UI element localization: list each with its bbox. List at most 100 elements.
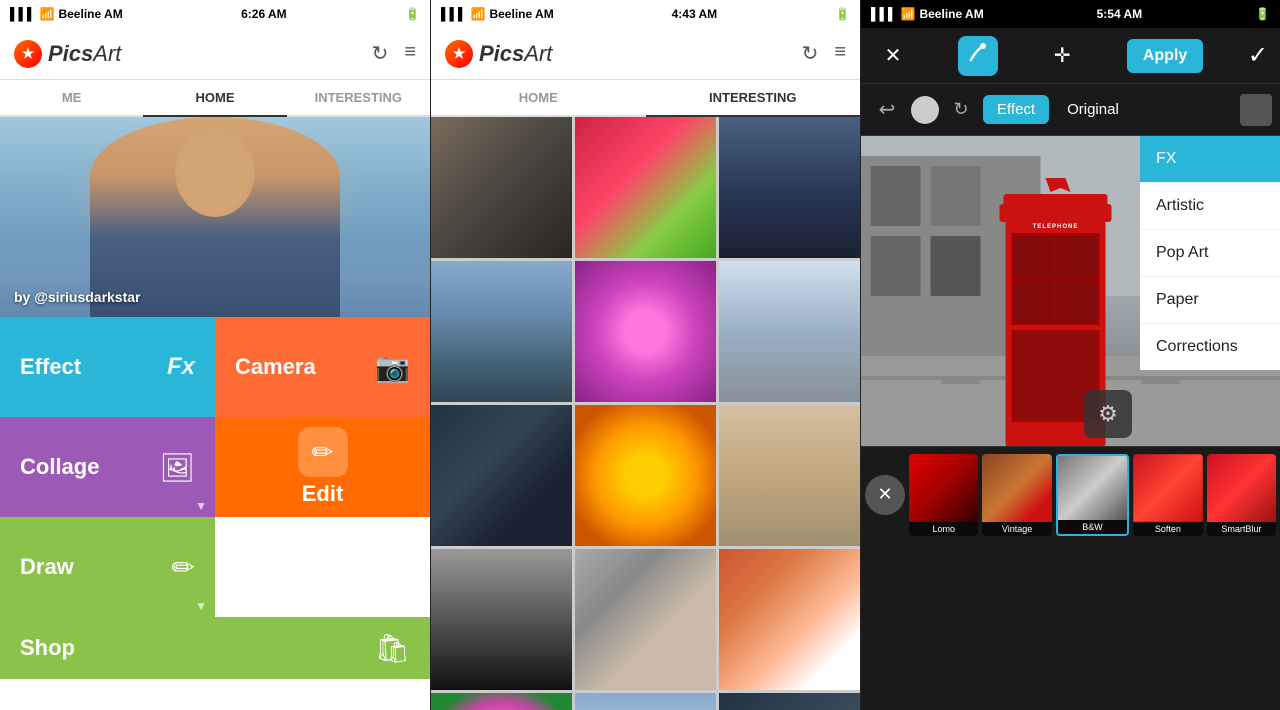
photo-13[interactable] [431,693,572,710]
carrier-label: Beeline AM [58,7,122,21]
menu-icon-1[interactable]: ≡ [404,41,416,66]
nav-bar-2: ★ PicsArt ↻ ≡ [431,28,860,80]
filter-lomo[interactable]: Lomo [909,454,978,536]
gear-button[interactable]: ⚙ [1084,390,1132,438]
photo-14[interactable] [575,693,716,710]
time-label-1: 6:26 AM [241,7,287,21]
photo-9[interactable] [719,405,860,546]
tab-bar-1: ME HOME INTERESTING [0,80,430,117]
menu-camera[interactable]: Camera 📷 [215,317,430,417]
edit-label: Edit [302,481,344,507]
menu-shop[interactable]: Shop 🛍 [0,617,430,679]
filter-soften-label: Soften [1133,522,1202,536]
dropdown-popart[interactable]: Pop Art [1140,230,1280,277]
time-label-2: 4:43 AM [672,7,718,21]
refresh-icon-2[interactable]: ↻ [802,41,819,66]
filter-smartblur-label: SmartBlur [1207,522,1276,536]
filter-close-button[interactable]: ✕ [865,475,905,515]
dropdown-corrections[interactable]: Corrections [1140,324,1280,370]
edit-icon: ✏ [312,437,334,468]
gear-icon: ⚙ [1098,401,1118,427]
battery-icon-1: 🔋 [405,7,420,21]
signal-icon: ▌▌▌ [10,7,36,21]
collage-arrow: ▼ [195,499,207,513]
filter-vintage-label: Vintage [982,522,1051,536]
color-picker[interactable] [911,96,939,124]
shop-label: Shop [20,635,75,661]
settings-square[interactable] [1240,94,1272,126]
refresh-icon-1[interactable]: ↻ [372,41,389,66]
status-bar-3: ▌▌▌ 📶 Beeline AM 5:54 AM 🔋 [861,0,1280,28]
photo-edit-area: TELEPHONE FX Artistic Pop Art Paper Corr… [861,136,1280,446]
photo-3[interactable] [719,117,860,258]
tab-home[interactable]: HOME [143,80,286,117]
tab-home-2[interactable]: HOME [431,80,646,117]
collage-icon: 🖼 [159,451,195,484]
filter-bw[interactable]: B&W [1056,454,1129,536]
panel-home: ▌▌▌ 📶 Beeline AM 6:26 AM 🔋 ★ PicsArt ↻ ≡… [0,0,430,710]
filter-bw-label: B&W [1058,520,1127,534]
tab-me[interactable]: ME [0,80,143,117]
reset-button[interactable]: ↻ [945,94,977,126]
photo-8[interactable] [575,405,716,546]
hero-person [90,117,340,317]
photo-6[interactable] [719,261,860,402]
tab-interesting-2[interactable]: INTERESTING [646,80,861,117]
wifi-icon: 📶 [40,7,55,21]
photo-12[interactable] [719,549,860,690]
draw-icon: ✏ [172,551,195,584]
battery-icon-2: 🔋 [835,7,850,21]
photo-4[interactable] [431,261,572,402]
signal-icon-2: ▌▌▌ [441,7,467,21]
time-label-3: 5:54 AM [1097,7,1143,21]
logo-text-1: PicsArt [48,41,121,67]
nav-bar-1: ★ PicsArt ↻ ≡ [0,28,430,80]
effect-icon: Fx [167,353,195,381]
menu-draw[interactable]: Draw ✏ ▼ [0,517,215,617]
svg-text:TELEPHONE: TELEPHONE [1033,224,1079,230]
photo-2[interactable] [575,117,716,258]
original-tab[interactable]: Original [1055,95,1131,124]
battery-icon-3: 🔋 [1255,7,1270,21]
apply-button[interactable]: Apply [1127,39,1203,73]
dropdown-artistic[interactable]: Artistic [1140,183,1280,230]
confirm-button[interactable]: ✓ [1248,41,1268,70]
brush-button[interactable] [958,36,998,76]
close-icon: ✕ [885,43,902,68]
effect-tab[interactable]: Effect [983,95,1049,124]
undo-button[interactable]: ↩ [869,92,905,128]
photo-10[interactable] [431,549,572,690]
dropdown-paper[interactable]: Paper [1140,277,1280,324]
photo-7[interactable] [431,405,572,546]
panel-interesting: ▌▌▌ 📶 Beeline AM 4:43 AM 🔋 ★ PicsArt ↻ ≡… [430,0,860,710]
photo-5[interactable] [575,261,716,402]
filter-close-icon: ✕ [877,484,892,505]
filter-strip: ✕ Lomo Vintage B&W Soften SmartBlur [861,446,1280,542]
carrier-label-3: Beeline AM [919,7,983,21]
filter-lomo-label: Lomo [909,522,978,536]
menu-edit[interactable]: ✏ Edit [215,417,430,517]
move-button[interactable]: ✛ [1042,36,1082,76]
filter-soften[interactable]: Soften [1133,454,1202,536]
hero-caption: by @siriusdarkstar [14,289,141,305]
logo-star-2: ★ [445,40,473,68]
nav-icons-1: ↻ ≡ [372,41,416,66]
logo-text-2: PicsArt [479,41,552,67]
dropdown-fx[interactable]: FX [1140,136,1280,183]
menu-collage[interactable]: Collage 🖼 ▼ [0,417,215,517]
photo-15[interactable] [719,693,860,710]
filter-smartblur[interactable]: SmartBlur [1207,454,1276,536]
shop-icon: 🛍 [374,632,410,665]
photo-grid [431,117,860,710]
menu-effect[interactable]: Effect Fx [0,317,215,417]
photo-1[interactable] [431,117,572,258]
photo-11[interactable] [575,549,716,690]
tab-interesting-1[interactable]: INTERESTING [287,80,430,117]
panel-editor: ▌▌▌ 📶 Beeline AM 5:54 AM 🔋 ✕ ✛ Apply ✓ [860,0,1280,710]
close-button[interactable]: ✕ [873,36,913,76]
menu-icon-2[interactable]: ≡ [834,41,846,66]
editor-toolbar: ✕ ✛ Apply ✓ [861,28,1280,84]
filter-vintage[interactable]: Vintage [982,454,1051,536]
edit-icon-wrap: ✏ [298,427,348,477]
draw-arrow: ▼ [195,599,207,613]
